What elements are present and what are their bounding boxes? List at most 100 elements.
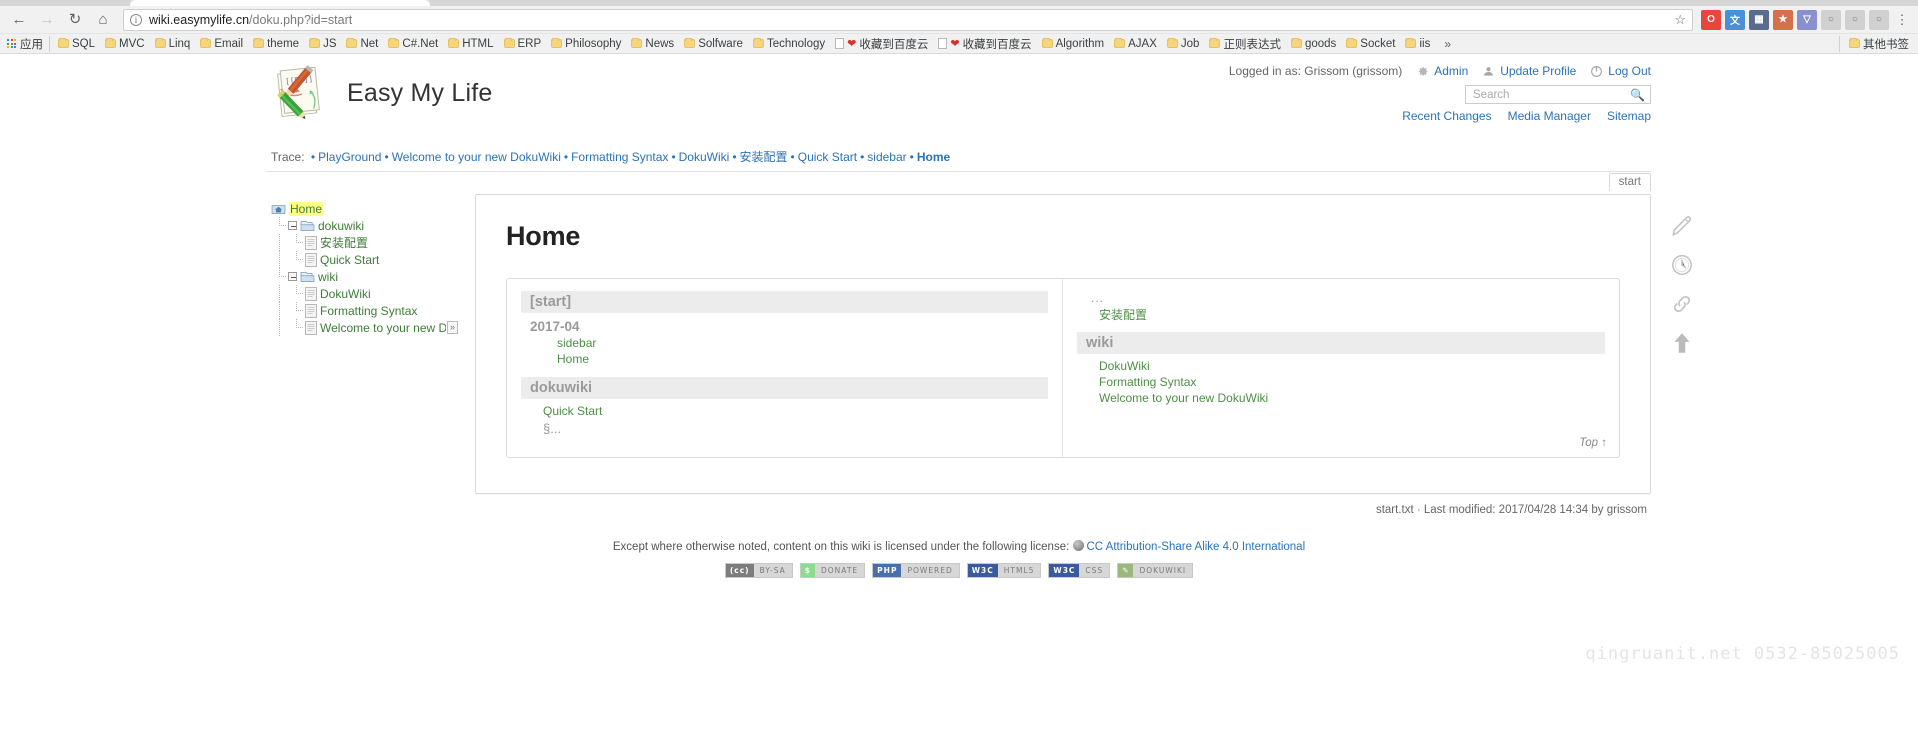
bookmarks-overflow-button[interactable]: » — [1435, 37, 1460, 51]
tree-node-label[interactable]: Welcome to your new DokuWiki — [320, 321, 446, 335]
bookmark-item[interactable]: Algorithm — [1037, 38, 1110, 50]
tree-node-label[interactable]: wiki — [318, 270, 338, 284]
breadcrumb-link[interactable]: Quick Start — [798, 150, 857, 164]
bookmark-item[interactable]: SQL — [53, 38, 100, 50]
footer-badge[interactable]: PHP POWERED — [872, 563, 960, 578]
opera-extension-icon[interactable]: O — [1701, 9, 1721, 30]
tree-node[interactable]: Welcome to your new DokuWiki» — [271, 319, 465, 336]
backlinks-icon[interactable] — [1669, 291, 1695, 317]
tree-collapse-toggle[interactable] — [288, 221, 297, 230]
tree-node[interactable]: dokuwiki — [271, 217, 465, 234]
bookmark-item[interactable]: 正则表达式 — [1204, 36, 1286, 52]
tree-node-label[interactable]: Formatting Syntax — [320, 304, 417, 318]
bookmark-item[interactable]: Email — [195, 38, 248, 50]
tab-strip[interactable] — [0, 0, 1918, 6]
bookmark-item[interactable]: News — [626, 38, 679, 50]
translate-extension-icon[interactable]: 文 — [1725, 9, 1745, 30]
bookmark-item[interactable]: AJAX — [1109, 38, 1162, 50]
recent-changes-link[interactable]: Recent Changes — [1402, 109, 1491, 123]
index-link-sidebar[interactable]: sidebar — [521, 335, 1048, 351]
address-bar[interactable]: i wiki.easymylife.cn/doku.php?id=start ☆ — [123, 8, 1693, 31]
bookmark-item[interactable]: HTML — [443, 38, 498, 50]
kebab-menu-icon[interactable]: ⋮ — [1892, 12, 1912, 28]
search-form[interactable]: 🔍 — [1465, 85, 1651, 104]
active-tab[interactable] — [130, 0, 430, 6]
bookmark-extension-icon[interactable]: ★ — [1773, 9, 1793, 30]
footer-badge[interactable]: ✎ DOKUWIKI — [1117, 563, 1194, 578]
index-link-install-config[interactable]: 安装配置 — [1077, 305, 1605, 324]
search-icon[interactable]: 🔍 — [1630, 88, 1645, 102]
index-link-formatting-syntax[interactable]: Formatting Syntax — [1077, 374, 1605, 390]
back-to-top-link[interactable]: Top ↑ — [1579, 437, 1607, 449]
bookmark-item[interactable]: MVC — [100, 38, 150, 50]
bookmark-item[interactable]: Linq — [150, 38, 196, 50]
index-link-welcome[interactable]: Welcome to your new DokuWiki — [1077, 390, 1605, 406]
logout-label[interactable]: Log Out — [1608, 64, 1651, 78]
footer-badge[interactable]: W3C CSS — [1048, 563, 1111, 578]
bookmark-item[interactable]: C#.Net — [383, 38, 443, 50]
tree-node[interactable]: 安装配置 — [271, 234, 465, 251]
bookmark-item[interactable]: Philosophy — [546, 38, 626, 50]
bookmark-item[interactable]: Socket — [1341, 38, 1400, 50]
back-arrow-icon[interactable]: ← — [6, 8, 32, 32]
logout-link[interactable]: Log Out — [1590, 64, 1651, 78]
bookmark-item[interactable]: Technology — [748, 38, 830, 50]
search-input[interactable] — [1471, 87, 1631, 102]
tree-node-label[interactable]: dokuwiki — [318, 219, 364, 233]
index-link-home[interactable]: Home — [521, 351, 1048, 367]
back-to-top-icon[interactable] — [1669, 330, 1695, 356]
tree-node-label[interactable]: Home — [289, 201, 324, 216]
edit-page-icon[interactable] — [1669, 213, 1695, 239]
breadcrumb-link[interactable]: 安装配置 — [740, 150, 788, 164]
reload-icon[interactable]: ↻ — [62, 8, 88, 32]
tree-node[interactable]: Formatting Syntax — [271, 302, 465, 319]
index-link-dokuwiki[interactable]: DokuWiki — [1077, 358, 1605, 374]
tree-node[interactable]: wiki — [271, 268, 465, 285]
circle2-extension-icon[interactable]: ○ — [1845, 9, 1865, 30]
tree-node-label[interactable]: Quick Start — [320, 253, 379, 267]
forward-arrow-icon[interactable]: → — [34, 8, 60, 32]
circle-extension-icon[interactable]: ○ — [1821, 9, 1841, 30]
breadcrumb-link[interactable]: Formatting Syntax — [571, 150, 668, 164]
bookmark-item[interactable]: ❤ 收藏到百度云 — [830, 36, 933, 52]
update-profile-link[interactable]: Update Profile — [1482, 64, 1576, 78]
admin-label[interactable]: Admin — [1434, 64, 1468, 78]
funnel-extension-icon[interactable]: ▽ — [1797, 9, 1817, 30]
bookmark-other-folder[interactable]: 其他书签 — [1844, 36, 1914, 52]
breadcrumb-link[interactable]: sidebar — [867, 150, 906, 164]
admin-link[interactable]: Admin — [1416, 64, 1468, 78]
bookmark-item[interactable]: JS — [304, 38, 341, 50]
bookmark-item[interactable]: Net — [341, 38, 383, 50]
old-revisions-icon[interactable] — [1669, 252, 1695, 278]
bookmark-item[interactable]: ❤ 收藏到百度云 — [933, 36, 1036, 52]
media-manager-link[interactable]: Media Manager — [1508, 109, 1591, 123]
bookmark-item[interactable]: Solfware — [679, 38, 748, 50]
bookmark-item[interactable]: iis — [1400, 38, 1435, 50]
footer-badge[interactable]: (cc) BY-SA — [724, 563, 793, 578]
bookmark-item[interactable]: theme — [248, 38, 304, 50]
breadcrumb-link[interactable]: Welcome to your new DokuWiki — [392, 150, 561, 164]
update-profile-label[interactable]: Update Profile — [1500, 64, 1576, 78]
footer-badge[interactable]: W3C HTML5 — [966, 563, 1042, 578]
tree-node-label[interactable]: DokuWiki — [320, 287, 371, 301]
apps-shortcut[interactable]: 应用 — [4, 35, 50, 52]
bookmark-item[interactable]: goods — [1286, 38, 1341, 50]
tree-node[interactable]: DokuWiki — [271, 285, 465, 302]
circle3-extension-icon[interactable]: ○ — [1869, 9, 1889, 30]
index-link-quick-start[interactable]: Quick Start — [521, 403, 1048, 419]
license-link[interactable]: CC Attribution-Share Alike 4.0 Internati… — [1087, 541, 1306, 553]
tree-overflow-indicator[interactable]: » — [447, 321, 459, 334]
home-icon[interactable]: ⌂ — [90, 8, 116, 32]
sitemap-link[interactable]: Sitemap — [1607, 109, 1651, 123]
site-logo-area[interactable]: [[DW]] — [267, 62, 493, 124]
tree-collapse-toggle[interactable] — [288, 272, 297, 281]
bookmark-star-icon[interactable]: ☆ — [1668, 12, 1686, 28]
grid-extension-icon[interactable]: ▦ — [1749, 9, 1769, 30]
site-info-icon[interactable]: i — [130, 13, 142, 26]
page-id-tab[interactable]: start — [1608, 173, 1651, 191]
breadcrumb-link[interactable]: PlayGround — [318, 150, 381, 164]
tree-node[interactable]: Quick Start — [271, 251, 465, 268]
tree-node[interactable]: Home — [271, 200, 465, 217]
breadcrumb-link[interactable]: DokuWiki — [679, 150, 730, 164]
bookmark-item[interactable]: ERP — [499, 38, 547, 50]
